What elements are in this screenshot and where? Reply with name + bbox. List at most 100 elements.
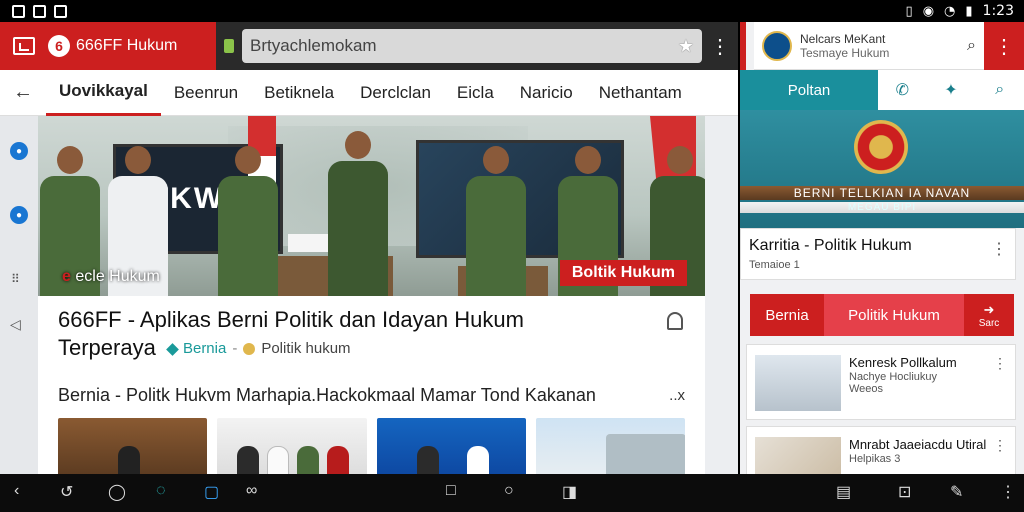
side-refresh-icon[interactable]: ●: [10, 206, 28, 224]
panel-banner[interactable]: BERNI TELLKIAN IA NAVAN MEGAU BIPI: [740, 110, 1024, 228]
hero-caption-badge: Boltik Hukum: [559, 260, 687, 286]
panel-site-info[interactable]: Nelcars MeKant Tesmaye Hukum: [800, 32, 967, 60]
clock: 1:23: [982, 3, 1014, 19]
nav-info-icon[interactable]: ⊡: [898, 482, 911, 502]
nav-menu-icon[interactable]: ⋮: [1000, 482, 1016, 502]
thumbnail-1[interactable]: [58, 418, 208, 474]
nav-chat-icon[interactable]: ◯: [108, 482, 126, 502]
hero-caption-left: e ecle Hukum: [62, 268, 160, 286]
category-tab-1[interactable]: Uovikkayal: [46, 70, 161, 116]
site-emblem-icon: [762, 30, 792, 61]
subcategory-icon: [243, 343, 256, 356]
nav-recents-icon[interactable]: □: [446, 482, 456, 500]
category-tab-5[interactable]: Eicla: [444, 70, 507, 116]
news-title: Kenresk Pollkalum: [849, 355, 957, 370]
lock-icon: [224, 39, 234, 53]
article-card[interactable]: 666FF - Aplikas Berni Politik dan Idayan…: [38, 296, 705, 474]
hero-caption-brand: e: [62, 268, 71, 285]
search-icon-secondary[interactable]: ⌕: [975, 81, 1024, 99]
category-bar: Bernia Politik Hukum ➜ Sarc: [750, 294, 1014, 336]
bookmark-icon[interactable]: [667, 312, 683, 330]
system-navigation-bar: ‹ ↺ ◯ ◌ ▢ ∞ □ ○ ◨ ▤ ⊡ ✎ ⋮: [0, 474, 1024, 512]
back-arrow-icon[interactable]: ←: [0, 81, 46, 104]
person-3: [218, 146, 278, 296]
side-grid-icon[interactable]: ⠿: [11, 272, 20, 286]
tab-switcher-icon: [13, 37, 35, 55]
news-menu-icon[interactable]: ⋮: [993, 355, 1007, 372]
panel-tabs: Poltan ✆ ✦ ⌕: [740, 70, 1024, 110]
nav-back-icon[interactable]: ‹: [14, 482, 19, 500]
share-icon: ➜: [983, 301, 995, 317]
url-bar[interactable]: Brtyachlemokam ★: [242, 29, 702, 63]
right-side-panel: Nelcars MeKant Tesmaye Hukum ⌕ ⋮ Poltan …: [740, 22, 1024, 474]
nav-edit-icon[interactable]: ✎: [950, 482, 963, 502]
garuda-seal-icon: [854, 120, 908, 174]
category-tab-7[interactable]: Nethantam: [586, 70, 695, 116]
news-menu-icon[interactable]: ⋮: [993, 437, 1007, 454]
share-button[interactable]: ➜ Sarc: [964, 294, 1014, 336]
news-item[interactable]: Kenresk Pollkalum Nachye Hocliukuy Weeos…: [746, 344, 1016, 420]
thumbnail-row: [58, 418, 685, 474]
vibrate-icon: ▯: [905, 3, 913, 19]
nav-document-icon[interactable]: ▤: [836, 482, 851, 502]
eye-icon: ◉: [922, 3, 935, 19]
panel-article-card[interactable]: Karritia - Politik Hukum Temaioe 1 ⋮: [740, 228, 1016, 280]
hero-image[interactable]: TKWA e ecle Hukum Boltik Hukum: [38, 116, 705, 296]
news-meta: Weeos: [849, 383, 884, 395]
status-bar: ▯ ◉ ◔ ▮ 1:23: [0, 0, 1024, 22]
panel-card-title: Karritia - Politik Hukum: [749, 237, 912, 254]
side-settings-icon[interactable]: ●: [10, 142, 28, 160]
nav-undo-icon[interactable]: ↺: [60, 482, 73, 502]
category-dot-icon: [166, 342, 179, 356]
category-tab-6[interactable]: Naricio: [507, 70, 586, 116]
article-subheadline[interactable]: Bernia - Politk Hukvm Marhapia.Hackokmaa…: [58, 385, 685, 406]
document-stack: [288, 234, 332, 252]
nav-window-icon[interactable]: ▢: [204, 482, 219, 502]
thumbnail-3[interactable]: [376, 418, 526, 474]
left-browser-pane: 6 666FF Hukum Brtyachlemokam ★ ⋮ ← Uovik…: [0, 22, 738, 474]
search-icon[interactable]: ⌕: [967, 37, 976, 55]
panel-tab-main[interactable]: Poltan: [740, 70, 878, 110]
nav-home-icon[interactable]: ○: [504, 482, 514, 500]
article-subheadline-text: Bernia - Politk Hukvm Marhapia.Hackokmaa…: [58, 385, 596, 406]
pin-icon[interactable]: ✦: [927, 80, 976, 100]
article-subcategory[interactable]: Politik hukum: [261, 335, 350, 363]
nav-back-square-icon[interactable]: ◨: [562, 482, 577, 502]
article-meta: Bernia - Politik hukum: [166, 335, 351, 363]
category-tab-4[interactable]: Derclclan: [347, 70, 444, 116]
news-title: Mnrabt Jaaeiacdu Utiral: [849, 437, 987, 452]
browser-menu-button[interactable]: ⋮: [702, 34, 738, 59]
article-title[interactable]: 666FF - Aplikas Berni Politik dan Idayan…: [58, 306, 618, 363]
article-category[interactable]: Bernia: [183, 335, 226, 363]
browser-toolbar: 6 666FF Hukum Brtyachlemokam ★ ⋮: [0, 22, 738, 70]
meta-separator: -: [232, 340, 238, 358]
nav-message-icon[interactable]: ◌: [156, 482, 166, 500]
photo-notification-icon: [33, 4, 46, 18]
side-collapse-icon[interactable]: ◁: [10, 316, 21, 333]
site-brand[interactable]: 6 666FF Hukum: [48, 35, 216, 57]
nav-link-icon[interactable]: ∞: [246, 482, 257, 500]
category-bar-label-2[interactable]: Politik Hukum: [824, 294, 964, 336]
card-menu-icon[interactable]: ⋮: [991, 239, 1007, 259]
battery-icon: ▮: [965, 3, 973, 19]
panel-site-sub: Tesmaye Hukum: [800, 45, 890, 60]
url-text: Brtyachlemokam: [250, 36, 377, 55]
category-tab-3[interactable]: Betiknela: [251, 70, 347, 116]
panel-site-name: Nelcars MeKant: [800, 31, 886, 46]
bookmark-star-icon[interactable]: ★: [678, 36, 694, 57]
image-notification-icon: [12, 4, 25, 18]
panel-menu-button[interactable]: ⋮: [984, 22, 1024, 70]
news-item[interactable]: Mnrabt Jaaeiacdu Utiral Helpikas 3 ⋮: [746, 426, 1016, 474]
panel-card-sub: Temaioe 1: [749, 259, 800, 271]
url-area: Brtyachlemokam ★ ⋮: [216, 22, 738, 70]
person-4: [328, 131, 388, 296]
category-bar-label-1[interactable]: Bernia: [750, 294, 824, 336]
more-options-icon[interactable]: ..x: [669, 387, 685, 404]
tab-switcher-button[interactable]: [0, 22, 48, 70]
phone-icon[interactable]: ✆: [878, 80, 927, 100]
thumbnail-2[interactable]: [217, 418, 367, 474]
news-thumbnail: [755, 355, 841, 411]
category-tab-2[interactable]: Beenrun: [161, 70, 251, 116]
brand-title: 666FF Hukum: [76, 37, 178, 54]
thumbnail-4[interactable]: [535, 418, 685, 474]
